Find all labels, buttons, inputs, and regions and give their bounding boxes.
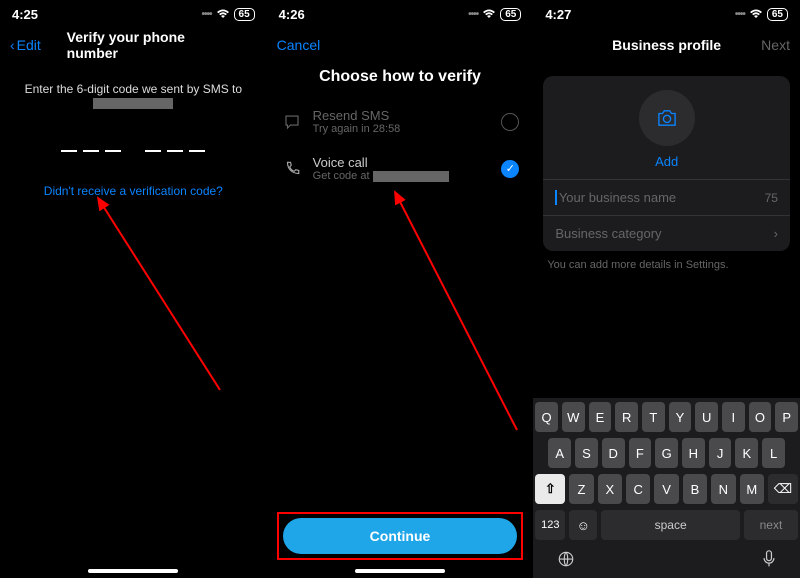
home-indicator [355,569,445,573]
key-s[interactable]: S [575,438,598,468]
status-bar: 4:27 •••• 65 [533,0,800,28]
edit-button[interactable]: ‹ Edit [10,37,41,53]
radio-selected: ✓ [501,160,519,178]
option-subtitle: Get code at [313,170,492,182]
annotation-arrow [70,180,230,400]
space-key[interactable]: space [601,510,740,540]
signal-icon: •••• [202,9,212,20]
key-w[interactable]: W [562,402,585,432]
key-i[interactable]: I [722,402,745,432]
key-v[interactable]: V [654,474,678,504]
text-cursor [555,190,557,205]
option-voice-call[interactable]: Voice call Get code at ✓ [267,145,534,192]
redacted-phone [373,171,449,182]
numbers-key[interactable]: 123 [535,510,565,540]
clock: 4:26 [279,7,305,22]
globe-key[interactable] [557,550,575,568]
option-resend-sms: Resend SMS Try again in 28:58 [267,98,534,145]
key-t[interactable]: T [642,402,665,432]
annotation-highlight: Continue [277,512,524,560]
screen-business-profile: 4:27 •••• 65 Business profile Next Add Y… [533,0,800,578]
phone-icon [281,160,303,178]
key-c[interactable]: C [626,474,650,504]
nav-bar: Cancel [267,28,534,62]
cancel-button[interactable]: Cancel [277,37,321,53]
key-z[interactable]: Z [569,474,593,504]
chevron-right-icon: › [774,226,778,241]
key-l[interactable]: L [762,438,785,468]
option-title: Voice call [313,155,492,170]
wifi-icon [482,9,496,19]
key-x[interactable]: X [598,474,622,504]
signal-icon: •••• [468,9,478,20]
code-input[interactable] [0,140,267,152]
nav-bar: Business profile Next [533,28,800,62]
key-a[interactable]: A [548,438,571,468]
hint-text: You can add more details in Settings. [547,259,786,271]
key-y[interactable]: Y [669,402,692,432]
profile-card: Add Your business name 75 Business categ… [543,76,790,251]
clock: 4:27 [545,7,571,22]
shift-key[interactable]: ⇧ [535,474,565,504]
key-b[interactable]: B [683,474,707,504]
business-name-input[interactable]: Your business name 75 [543,179,790,215]
avatar-upload[interactable] [639,90,695,146]
wifi-icon [749,9,763,19]
emoji-key[interactable]: ☺ [569,510,597,540]
key-k[interactable]: K [735,438,758,468]
screen-verify-code: 4:25 •••• 65 ‹ Edit Verify your phone nu… [0,0,267,578]
next-key[interactable]: next [744,510,798,540]
signal-icon: •••• [735,9,745,20]
camera-icon [656,109,678,127]
add-photo-link[interactable]: Add [655,154,678,169]
redacted-phone [93,98,173,109]
annotation-arrow [347,180,527,440]
key-q[interactable]: Q [535,402,558,432]
key-d[interactable]: D [602,438,625,468]
mic-key[interactable] [762,550,776,568]
key-r[interactable]: R [615,402,638,432]
radio-unselected [501,113,519,131]
key-p[interactable]: P [775,402,798,432]
key-n[interactable]: N [711,474,735,504]
key-o[interactable]: O [749,402,772,432]
key-e[interactable]: E [589,402,612,432]
next-button[interactable]: Next [761,37,790,53]
key-u[interactable]: U [695,402,718,432]
key-f[interactable]: F [629,438,652,468]
key-m[interactable]: M [740,474,764,504]
char-counter: 75 [765,191,778,205]
screen-choose-verify: 4:26 •••• 65 Cancel Choose how to verify… [267,0,534,578]
keyboard: QWERTYUIOP ASDFGHJKL ⇧ ZXCVBNM ⌫ 123 ☺ s… [533,398,800,578]
battery-icon: 65 [234,8,255,21]
home-indicator [88,569,178,573]
status-bar: 4:26 •••• 65 [267,0,534,28]
no-code-link[interactable]: Didn't receive a verification code? [0,184,267,198]
continue-button[interactable]: Continue [283,518,518,554]
page-title: Verify your phone number [67,29,200,61]
clock: 4:25 [12,7,38,22]
page-title: Choose how to verify [267,68,534,86]
option-subtitle: Try again in 28:58 [313,123,492,135]
sms-icon [281,113,303,131]
key-j[interactable]: J [709,438,732,468]
key-h[interactable]: H [682,438,705,468]
business-category-row[interactable]: Business category › [543,215,790,251]
backspace-key[interactable]: ⌫ [768,474,798,504]
key-g[interactable]: G [655,438,678,468]
battery-icon: 65 [500,8,521,21]
wifi-icon [216,9,230,19]
page-title: Business profile [612,37,721,53]
option-title: Resend SMS [313,108,492,123]
label: Business category [555,226,773,241]
nav-bar: ‹ Edit Verify your phone number [0,28,267,62]
status-bar: 4:25 •••• 65 [0,0,267,28]
chevron-left-icon: ‹ [10,37,15,53]
battery-icon: 65 [767,8,788,21]
instruction-text: Enter the 6-digit code we sent by SMS to [0,82,267,110]
placeholder: Your business name [559,190,765,205]
